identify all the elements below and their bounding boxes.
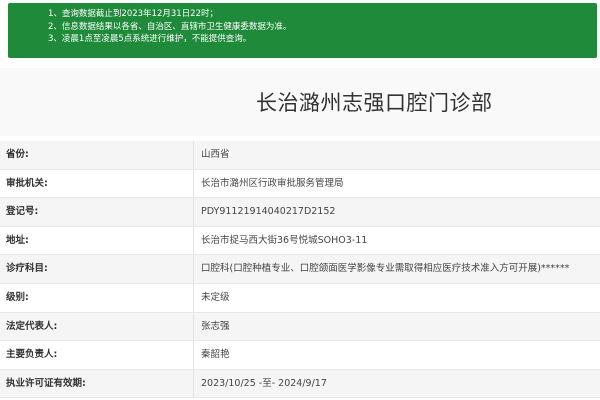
detail-row-address: 地址: 长治市捉马西大街36号悦城SOHO3-11 xyxy=(0,226,600,256)
detail-value: 未定级 xyxy=(201,291,230,303)
detail-row-province: 省份: 山西省 xyxy=(0,141,600,170)
notice-line: 2、信息数据结果以各省、自治区、直辖市卫生健康委数据为准。 xyxy=(48,21,292,32)
detail-row-level: 级别: 未定级 xyxy=(0,283,600,313)
column-divider xyxy=(193,169,194,198)
detail-label: 审批机关: xyxy=(6,177,48,189)
detail-label: 主要负责人: xyxy=(6,349,58,361)
detail-label: 执业许可证有效期: xyxy=(6,377,86,389)
detail-label: 法定代表人: xyxy=(6,320,58,332)
column-divider xyxy=(193,283,194,312)
column-divider xyxy=(193,341,194,369)
detail-value: 山西省 xyxy=(201,149,230,160)
detail-row-license-validity: 执业许可证有效期: 2023/10/25 -至- 2024/9/17 xyxy=(0,369,600,399)
detail-value: PDY91121914040217D2152 xyxy=(201,206,336,218)
column-divider xyxy=(193,312,194,341)
detail-row-legal-representative: 法定代表人: 张志强 xyxy=(0,312,600,342)
notice-line: 3、凌晨1点至凌晨5点系统进行维护，不能提供查询。 xyxy=(48,34,252,44)
title-section: 长治潞州志强口腔门诊部 xyxy=(0,68,600,136)
clinic-name-title: 长治潞州志强口腔门诊部 xyxy=(256,91,493,115)
detail-row-treatment-subjects: 诊疗科目: 口腔科(口腔种植专业、口腔颌面医学影像专业需取得相应医疗技术准入方可… xyxy=(0,255,600,284)
detail-label: 诊疗科目: xyxy=(6,263,48,275)
column-divider xyxy=(193,141,194,169)
detail-row-approval-authority: 审批机关: 长治市潞州区行政审批服务管理局 xyxy=(0,169,600,199)
column-divider xyxy=(193,198,194,226)
detail-label: 地址: xyxy=(6,234,29,246)
detail-value: 张志强 xyxy=(201,320,230,332)
column-divider xyxy=(193,369,194,398)
notice-banner: 1、查询数据截止到2023年12月31日22时； 2、信息数据结果以各省、自治区… xyxy=(8,3,597,58)
detail-row-registration-number: 登记号: PDY91121914040217D2152 xyxy=(0,198,600,227)
detail-value: 口腔科(口腔种植专业、口腔颌面医学影像专业需取得相应医疗技术准入方可开展)***… xyxy=(201,263,570,275)
detail-label: 省份: xyxy=(6,149,29,160)
detail-table: 省份: 山西省 审批机关: 长治市潞州区行政审批服务管理局 登记号: PDY91… xyxy=(0,141,600,399)
detail-value: 秦韶艳 xyxy=(201,349,230,361)
detail-value: 2023/10/25 -至- 2024/9/17 xyxy=(201,377,327,389)
column-divider xyxy=(193,226,194,255)
detail-row-principal: 主要负责人: 秦韶艳 xyxy=(0,341,600,370)
column-divider xyxy=(193,255,194,283)
detail-value: 长治市潞州区行政审批服务管理局 xyxy=(201,177,344,189)
notice-line: 1、查询数据截止到2023年12月31日22时； xyxy=(48,9,218,19)
detail-value: 长治市捉马西大街36号悦城SOHO3-11 xyxy=(201,234,368,246)
detail-label: 级别: xyxy=(6,291,29,303)
detail-label: 登记号: xyxy=(6,206,39,218)
